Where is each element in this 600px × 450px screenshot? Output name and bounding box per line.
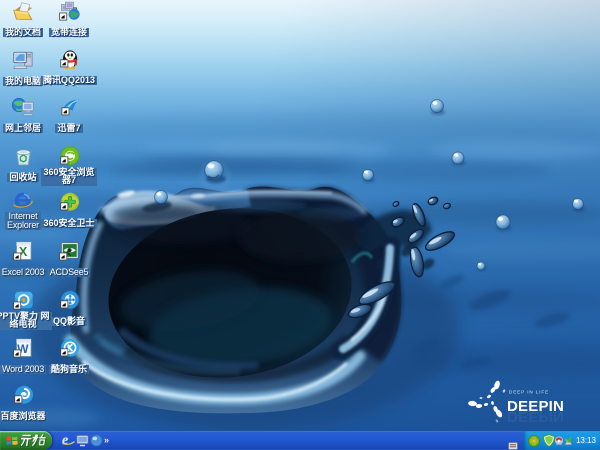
svg-text:DEEPIN: DEEPIN [507, 408, 564, 425]
svg-text:DEEP IN LIFE: DEEP IN LIFE [509, 390, 549, 395]
